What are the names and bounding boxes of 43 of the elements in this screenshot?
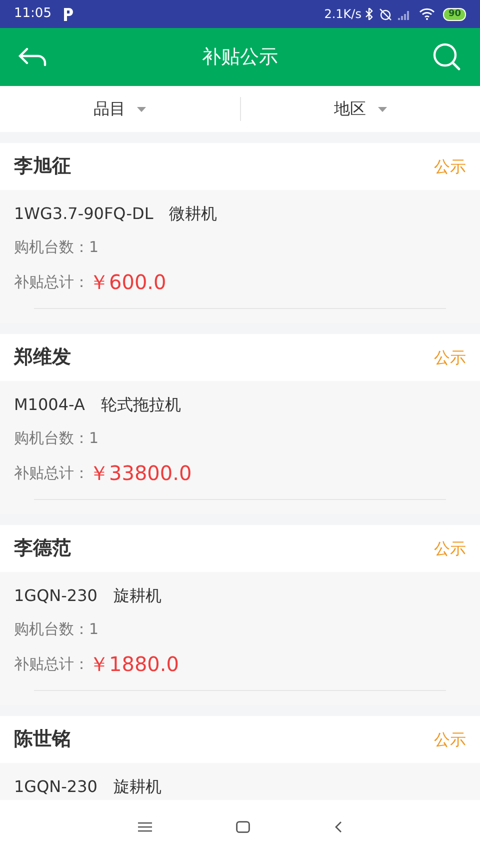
applicant-name: 陈世铭 — [14, 727, 71, 752]
alarm-off-icon — [379, 8, 392, 20]
machine-type: 旋耕机 — [113, 776, 162, 798]
back-nav-icon[interactable] — [334, 820, 342, 832]
applicant-name: 李德范 — [14, 536, 71, 562]
status-link[interactable]: 公示 — [434, 346, 466, 370]
status-link[interactable]: 公示 — [434, 154, 466, 178]
machine-model: M1004-A — [14, 394, 85, 416]
search-icon[interactable] — [432, 42, 462, 72]
machine-type: 轮式拖拉机 — [100, 394, 181, 416]
signal-icon — [398, 8, 412, 20]
caret-icon — [378, 106, 387, 112]
applicant-name: 李旭征 — [14, 154, 71, 180]
filter-dropdown[interactable]: 品目 — [93, 97, 146, 121]
subsidy-amount: ￥1880.0 — [89, 651, 179, 678]
home-icon[interactable] — [236, 820, 250, 832]
battery-indicator: 90 — [443, 8, 466, 20]
subsidy-amount: ￥33800.0 — [89, 460, 192, 487]
status-link[interactable]: 公示 — [434, 536, 466, 560]
machine-model: 1GQN-230 — [14, 585, 98, 607]
parking-icon — [63, 8, 74, 20]
subsidy-label: 补贴总计： — [14, 654, 89, 675]
machine-model: 1GQN-230 — [14, 776, 98, 798]
machine-model: 1WG3.7-90FQ-DL — [14, 203, 154, 225]
machine-type: 旋耕机 — [113, 585, 162, 607]
applicant-name: 郑维发 — [14, 345, 71, 370]
subsidy-amount: ￥600.0 — [89, 269, 166, 296]
purchase-count: 购机台数：1 — [14, 618, 100, 640]
page-title: 补贴公示 — [202, 44, 278, 70]
subsidy-label: 补贴总计： — [14, 462, 89, 484]
status-link[interactable]: 公示 — [434, 728, 466, 752]
wifi-icon — [419, 8, 436, 20]
bluetooth-icon — [365, 8, 374, 20]
filter-dropdown[interactable]: 地区 — [334, 97, 387, 121]
status-time: 11:05 — [14, 5, 52, 24]
network-speed: 2.1K/s — [324, 6, 362, 23]
purchase-count: 购机台数：1 — [14, 428, 100, 449]
back-icon[interactable] — [18, 46, 48, 68]
machine-type: 微耕机 — [169, 203, 218, 225]
caret-icon — [137, 106, 146, 112]
subsidy-label: 补贴总计： — [14, 272, 89, 293]
purchase-count: 购机台数：1 — [14, 236, 100, 258]
menu-icon[interactable] — [138, 822, 152, 832]
